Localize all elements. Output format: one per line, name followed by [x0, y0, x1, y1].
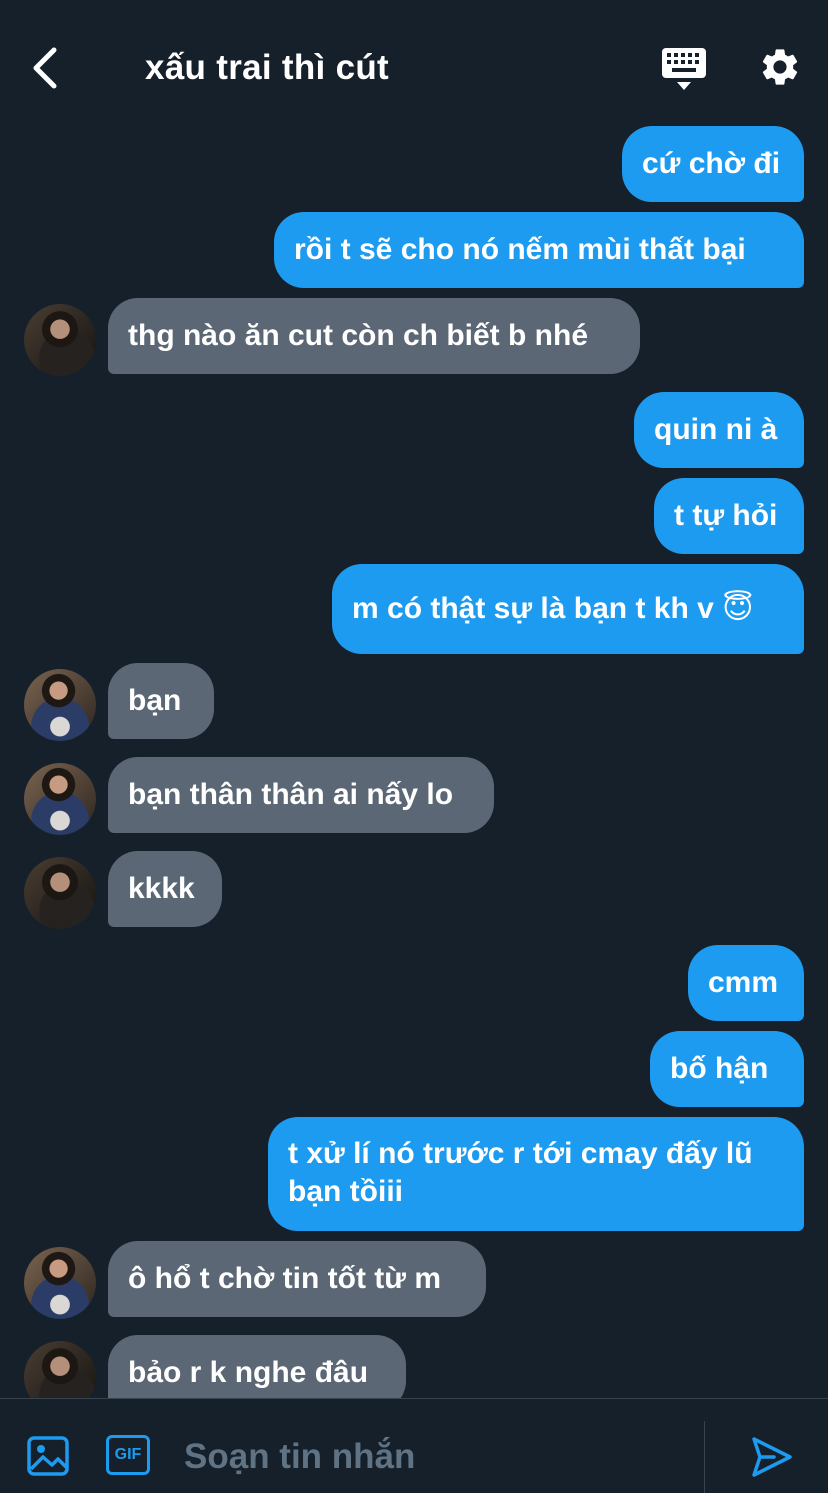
send-button[interactable] [750, 1435, 794, 1479]
message-input[interactable] [184, 1433, 684, 1481]
message-bubble[interactable]: cmm [688, 945, 804, 1021]
avatar[interactable] [24, 763, 96, 835]
gear-icon [762, 49, 798, 85]
gif-icon: GIF [114, 1446, 142, 1463]
attach-image-button[interactable] [26, 1435, 70, 1477]
message-bubble[interactable]: t xử lí nó trước r tới cmay đấy lũ bạn t… [268, 1117, 804, 1231]
settings-button[interactable] [758, 44, 802, 90]
divider [704, 1421, 705, 1493]
keyboard-icon [662, 48, 706, 90]
message-bubble[interactable]: bạn thân thân ai nấy lo [108, 757, 494, 833]
message-bubble[interactable]: ô hổ t chờ tin tốt từ m [108, 1241, 486, 1317]
image-icon [27, 1436, 69, 1476]
back-arrow-icon [33, 47, 57, 89]
message-bubble[interactable]: rồi t sẽ cho nó nếm mùi thất bại [274, 212, 804, 288]
message-composer: GIF [0, 1398, 828, 1493]
message-bubble[interactable]: t tự hỏi [654, 478, 804, 554]
message-bubble[interactable]: kkkk [108, 851, 222, 927]
conversation-title[interactable]: xấu trai thì cút [145, 44, 389, 92]
message-list[interactable]: cứ chờ đi rồi t sẽ cho nó nếm mùi thất b… [0, 118, 828, 1398]
avatar[interactable] [24, 304, 96, 376]
message-bubble[interactable]: quin ni à [634, 392, 804, 468]
send-icon [752, 1437, 792, 1477]
message-bubble[interactable]: cứ chờ đi [622, 126, 804, 202]
keyboard-button[interactable] [660, 46, 708, 92]
message-bubble[interactable]: bố hận [650, 1031, 804, 1107]
gif-button[interactable]: GIF [106, 1435, 150, 1475]
message-bubble[interactable]: m có thật sự là bạn t kh v 😇 [332, 564, 804, 654]
avatar[interactable] [24, 1247, 96, 1319]
avatar[interactable] [24, 1341, 96, 1398]
message-bubble[interactable]: thg nào ăn cut còn ch biết b nhé [108, 298, 640, 374]
message-bubble[interactable]: bảo r k nghe đâu [108, 1335, 406, 1398]
back-button[interactable] [26, 44, 66, 92]
avatar[interactable] [24, 669, 96, 741]
conversation-header: xấu trai thì cút [0, 0, 828, 118]
avatar[interactable] [24, 857, 96, 929]
message-bubble[interactable]: bạn [108, 663, 214, 739]
